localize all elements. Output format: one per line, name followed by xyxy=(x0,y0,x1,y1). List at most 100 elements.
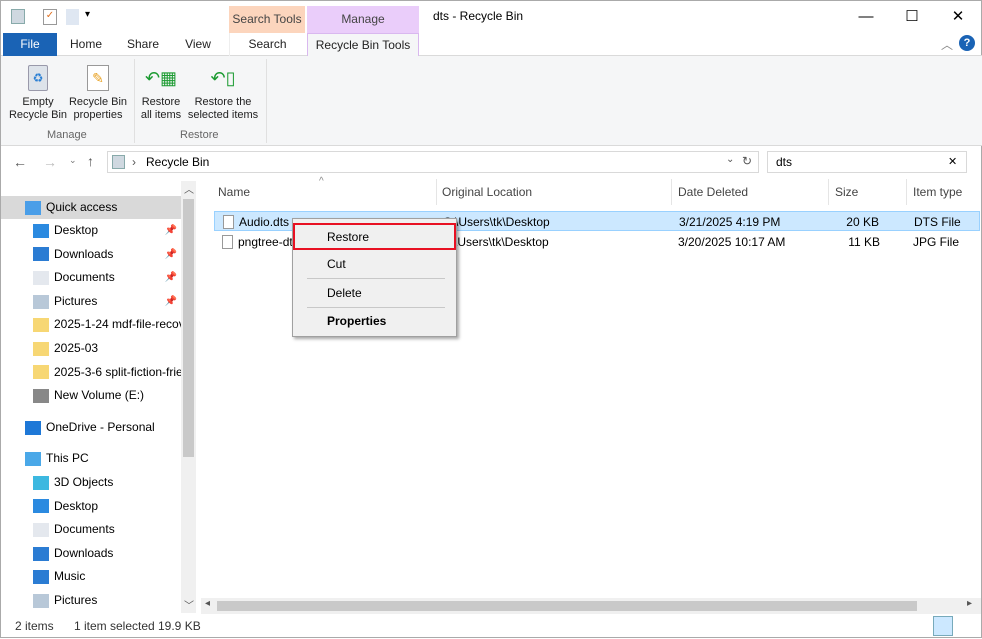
nav-item-label: Downloads xyxy=(54,545,114,560)
details-view-icon[interactable] xyxy=(933,616,953,636)
tab-share[interactable]: Share xyxy=(119,33,167,56)
label: Recycle Bin xyxy=(8,109,68,121)
tab-search[interactable]: Search xyxy=(229,33,305,56)
recent-locations-button[interactable]: ⌄ xyxy=(69,155,77,166)
ribbon: ♻ Empty Recycle Bin ✎ Recycle Bin properti… xyxy=(1,56,982,146)
tab-view[interactable]: View xyxy=(175,33,221,56)
help-icon[interactable]: ? xyxy=(959,35,975,51)
folder-icon xyxy=(33,365,49,380)
nav-item[interactable]: Documents xyxy=(1,518,181,541)
label: Restore xyxy=(141,96,181,108)
file-icon xyxy=(223,215,234,229)
collapse-ribbon-icon[interactable]: ︿ xyxy=(941,36,953,53)
close-button[interactable]: ✕ xyxy=(935,1,981,33)
column-date-deleted[interactable]: Date Deleted xyxy=(678,185,748,199)
manage-context: Manage xyxy=(307,6,419,33)
nav-item[interactable]: Pictures 📌 xyxy=(1,290,181,313)
nav-item-label: Quick access xyxy=(46,200,118,214)
nav-item[interactable]: This PC xyxy=(1,447,181,470)
nav-item[interactable]: Desktop 📌 xyxy=(1,219,181,242)
menu-properties[interactable]: Properties xyxy=(295,309,454,333)
horizontal-scrollbar[interactable]: ◂ ▸ xyxy=(201,598,981,614)
menu-delete[interactable]: Delete xyxy=(295,281,454,305)
nav-item[interactable]: Quick access xyxy=(1,196,181,219)
nav-item[interactable]: Downloads 📌 xyxy=(1,243,181,266)
this-pc-icon xyxy=(25,451,41,466)
nav-item[interactable]: 2025-3-6 split-fiction-friend xyxy=(1,361,181,384)
column-size[interactable]: Size xyxy=(835,185,858,199)
refresh-icon[interactable]: ↻ xyxy=(742,154,752,168)
search-box[interactable]: dts ✕ xyxy=(767,151,967,173)
restore-selected-items-button[interactable]: ↶▯ Restore the selected items xyxy=(185,60,261,122)
recycle-bin-icon: ♻ xyxy=(28,65,48,91)
clear-search-icon[interactable]: ✕ xyxy=(948,155,957,168)
file-location: C:\Users\tk\Desktop xyxy=(443,215,550,229)
file-size: 11 KB xyxy=(848,235,880,249)
new-folder-qat-icon[interactable] xyxy=(66,9,79,25)
group-manage-label: Manage xyxy=(47,129,87,141)
file-date-deleted: 3/20/2025 10:17 AM xyxy=(678,235,786,249)
file-icon xyxy=(222,235,233,249)
column-original-location[interactable]: Original Location xyxy=(442,185,532,199)
quick-access-star-icon xyxy=(25,200,41,215)
search-input[interactable]: dts xyxy=(776,155,792,169)
restore-selected-icon: ↶▯ xyxy=(210,67,236,88)
desktop-icon xyxy=(33,223,49,238)
nav-item-label: Desktop xyxy=(54,223,99,237)
pictures-icon xyxy=(33,294,49,309)
column-name[interactable]: Name xyxy=(218,185,250,199)
3d-objects-icon xyxy=(33,475,49,490)
nav-item[interactable]: New Volume (E:) xyxy=(1,384,181,407)
recycle-bin-icon xyxy=(112,155,125,169)
empty-recycle-bin-button[interactable]: ♻ Empty Recycle Bin xyxy=(7,60,69,122)
drive-icon xyxy=(33,389,49,404)
desktop-icon xyxy=(33,499,49,514)
minimize-button[interactable]: — xyxy=(843,1,889,33)
address-dropdown-icon[interactable]: ⌄ xyxy=(726,154,734,165)
status-bar: 2 items 1 item selected 19.9 KB xyxy=(1,615,982,639)
breadcrumb-recycle-bin[interactable]: Recycle Bin xyxy=(146,155,209,169)
nav-item[interactable]: 3D Objects xyxy=(1,471,181,494)
nav-scrollbar[interactable]: ︿ ﹀ xyxy=(181,181,196,613)
sort-ascending-icon: ^ xyxy=(319,176,324,187)
nav-item[interactable]: 2025-03 xyxy=(1,337,181,360)
pin-icon: 📌 xyxy=(164,295,177,307)
nav-item[interactable]: Downloads xyxy=(1,542,181,565)
up-button[interactable]: ↑ xyxy=(87,153,94,169)
label: Restore the xyxy=(194,96,252,108)
nav-item[interactable]: Documents 📌 xyxy=(1,266,181,289)
file-type: DTS File xyxy=(914,215,961,229)
properties-icon: ✎ xyxy=(87,65,109,91)
nav-item[interactable]: Pictures xyxy=(1,589,181,612)
nav-item-label: Desktop xyxy=(54,498,99,513)
label: all items xyxy=(140,109,182,121)
large-icons-view-icon[interactable] xyxy=(957,616,977,636)
properties-qat-icon[interactable]: ✓ xyxy=(43,9,57,25)
maximize-button[interactable]: ☐ xyxy=(889,1,935,33)
customize-qat-icon[interactable]: ▾ xyxy=(85,9,90,20)
item-count: 2 items xyxy=(15,619,54,633)
nav-item[interactable]: Desktop xyxy=(1,495,181,518)
nav-item[interactable]: Music xyxy=(1,565,181,588)
window-title: dts - Recycle Bin xyxy=(433,9,524,23)
nav-item-label: Documents xyxy=(54,522,115,537)
navigation-pane: Quick access Desktop 📌 Downloads 📌 Documents 📌… xyxy=(1,179,197,614)
selection-count: 1 item selected xyxy=(74,619,155,633)
back-button[interactable]: ← xyxy=(13,154,27,170)
nav-item[interactable]: 2025-1-24 mdf-file-recovery xyxy=(1,313,181,336)
breadcrumb-separator: › xyxy=(132,155,136,169)
tab-recycle-bin-tools[interactable]: Recycle Bin Tools xyxy=(307,33,419,57)
column-item-type[interactable]: Item type xyxy=(913,185,962,199)
recycle-bin-properties-button[interactable]: ✎ Recycle Bin properties xyxy=(67,60,129,122)
tab-file[interactable]: File xyxy=(3,33,57,56)
address-bar[interactable]: › Recycle Bin ⌄ ↻ xyxy=(107,151,759,173)
menu-cut[interactable]: Cut xyxy=(295,252,454,276)
download-icon xyxy=(33,546,49,561)
restore-all-items-button[interactable]: ↶▦ Restore all items xyxy=(137,60,185,122)
label: selected items xyxy=(187,109,259,121)
nav-item[interactable]: OneDrive - Personal xyxy=(1,416,181,439)
menu-restore[interactable]: Restore xyxy=(293,223,456,250)
download-icon xyxy=(33,247,49,262)
forward-button[interactable]: → xyxy=(43,154,57,170)
tab-home[interactable]: Home xyxy=(61,33,111,56)
